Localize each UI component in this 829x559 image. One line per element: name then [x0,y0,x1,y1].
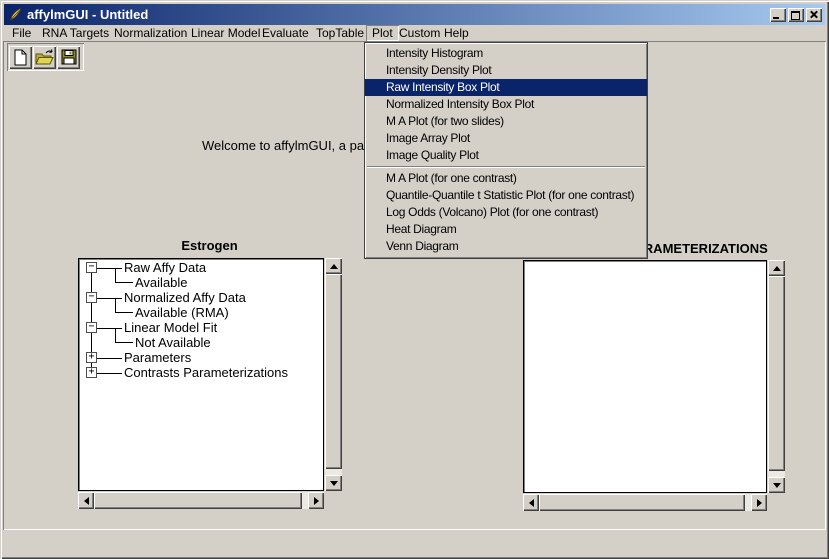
tree-item-label[interactable]: Raw Affy Data [124,260,206,275]
scroll-up-button[interactable] [768,260,785,276]
plot-menu: Intensity Histogram Intensity Density Pl… [364,42,648,259]
open-file-button[interactable] [33,46,56,69]
plot-menu-item-intensity-histogram[interactable]: Intensity Histogram [365,45,647,62]
scroll-right-button[interactable] [751,494,767,511]
new-file-icon [13,49,28,66]
tree-item-label[interactable]: Normalized Affy Data [124,290,246,305]
arrow-right-icon [314,497,319,505]
tree-expand-icon[interactable]: + [86,352,97,363]
tree-expand-icon[interactable]: + [86,367,97,378]
open-folder-icon [35,49,54,66]
menubar-item-toptable[interactable]: TopTable [316,26,364,40]
close-button[interactable] [806,8,822,22]
tree-item-label[interactable]: Not Available [135,335,211,350]
arrow-up-icon [330,264,338,269]
welcome-text: Welcome to affylmGUI, a pa [202,138,364,153]
save-button[interactable] [57,46,80,69]
arrow-left-icon [529,499,534,507]
menubar-item-custom[interactable]: Custom [399,26,440,40]
estrogen-tree-listbox[interactable]: − − − + + Raw Affy Data Available Normal… [78,258,324,491]
scroll-left-button[interactable] [523,494,539,511]
scroll-thumb[interactable] [539,494,745,511]
arrow-down-icon [330,481,338,486]
arrow-down-icon [773,483,781,488]
minimize-button[interactable] [770,8,786,22]
menubar-item-file[interactable]: File [12,26,31,40]
tree-collapse-icon[interactable]: − [86,322,97,333]
menubar-item-help[interactable]: Help [444,26,469,40]
maximize-button[interactable] [788,8,804,22]
tree-collapse-icon[interactable]: − [86,262,97,273]
scroll-left-button[interactable] [78,492,94,509]
plot-menu-item-venn-diagram[interactable]: Venn Diagram [365,238,647,255]
arrow-right-icon [757,499,762,507]
feather-icon[interactable] [7,7,23,23]
plot-menu-item-heat-diagram[interactable]: Heat Diagram [365,221,647,238]
tree-item-label[interactable]: Available (RMA) [135,305,229,320]
arrow-up-icon [773,266,781,271]
scroll-thumb[interactable] [768,276,785,471]
contrasts-listbox[interactable] [523,260,767,493]
arrow-left-icon [84,497,89,505]
menubar-item-normalization[interactable]: Normalization [114,26,187,40]
new-file-button[interactable] [9,46,32,69]
scroll-down-button[interactable] [325,475,342,491]
scroll-up-button[interactable] [325,258,342,274]
menu-separator [367,166,645,168]
left-horizontal-scrollbar[interactable] [78,492,324,509]
right-horizontal-scrollbar[interactable] [523,494,767,511]
plot-menu-item-ma-plot-one-contrast[interactable]: M A Plot (for one contrast) [365,170,647,187]
menu-bar: File RNA Targets Normalization Linear Mo… [4,25,825,41]
tree-item-label[interactable]: Parameters [124,350,191,365]
right-vertical-scrollbar[interactable] [768,260,785,493]
plot-menu-item-ma-plot-two-slides[interactable]: M A Plot (for two slides) [365,113,647,130]
scroll-right-button[interactable] [308,492,324,509]
scroll-down-button[interactable] [768,477,785,493]
tree-line [96,373,122,374]
plot-menu-item-image-array-plot[interactable]: Image Array Plot [365,130,647,147]
plot-menu-item-image-quality-plot[interactable]: Image Quality Plot [365,147,647,164]
scroll-thumb[interactable] [325,274,342,469]
plot-menu-item-log-odds-volcano-plot[interactable]: Log Odds (Volcano) Plot (for one contras… [365,204,647,221]
window-title: affylmGUI - Untitled [27,7,148,22]
title-bar[interactable]: affylmGUI - Untitled [4,4,825,25]
left-vertical-scrollbar[interactable] [325,258,342,491]
scroll-thumb[interactable] [94,492,302,509]
tree-collapse-icon[interactable]: − [86,292,97,303]
plot-menu-item-raw-intensity-box-plot[interactable]: Raw Intensity Box Plot [365,79,647,96]
menubar-item-linear-model[interactable]: Linear Model [191,26,260,40]
left-panel-title: Estrogen [78,238,341,253]
menubar-item-evaluate[interactable]: Evaluate [262,26,309,40]
minimize-icon [773,17,779,19]
menubar-item-plot[interactable]: Plot [366,25,399,41]
tree-line [96,358,122,359]
save-icon [61,49,77,65]
tree-item-label[interactable]: Contrasts Parameterizations [124,365,288,380]
toolbar [7,43,84,71]
tree-item-label[interactable]: Available [135,275,188,290]
plot-menu-item-intensity-density-plot[interactable]: Intensity Density Plot [365,62,647,79]
plot-menu-item-normalized-intensity-box-plot[interactable]: Normalized Intensity Box Plot [365,96,647,113]
status-bar [4,532,825,553]
plot-menu-item-qq-t-statistic-plot[interactable]: Quantile-Quantile t Statistic Plot (for … [365,187,647,204]
window-controls [770,8,822,22]
app-window: affylmGUI - Untitled File RNA Targets No… [0,0,829,559]
tree-item-label[interactable]: Linear Model Fit [124,320,217,335]
maximize-icon [791,11,800,20]
menubar-item-rna-targets[interactable]: RNA Targets [42,26,109,40]
